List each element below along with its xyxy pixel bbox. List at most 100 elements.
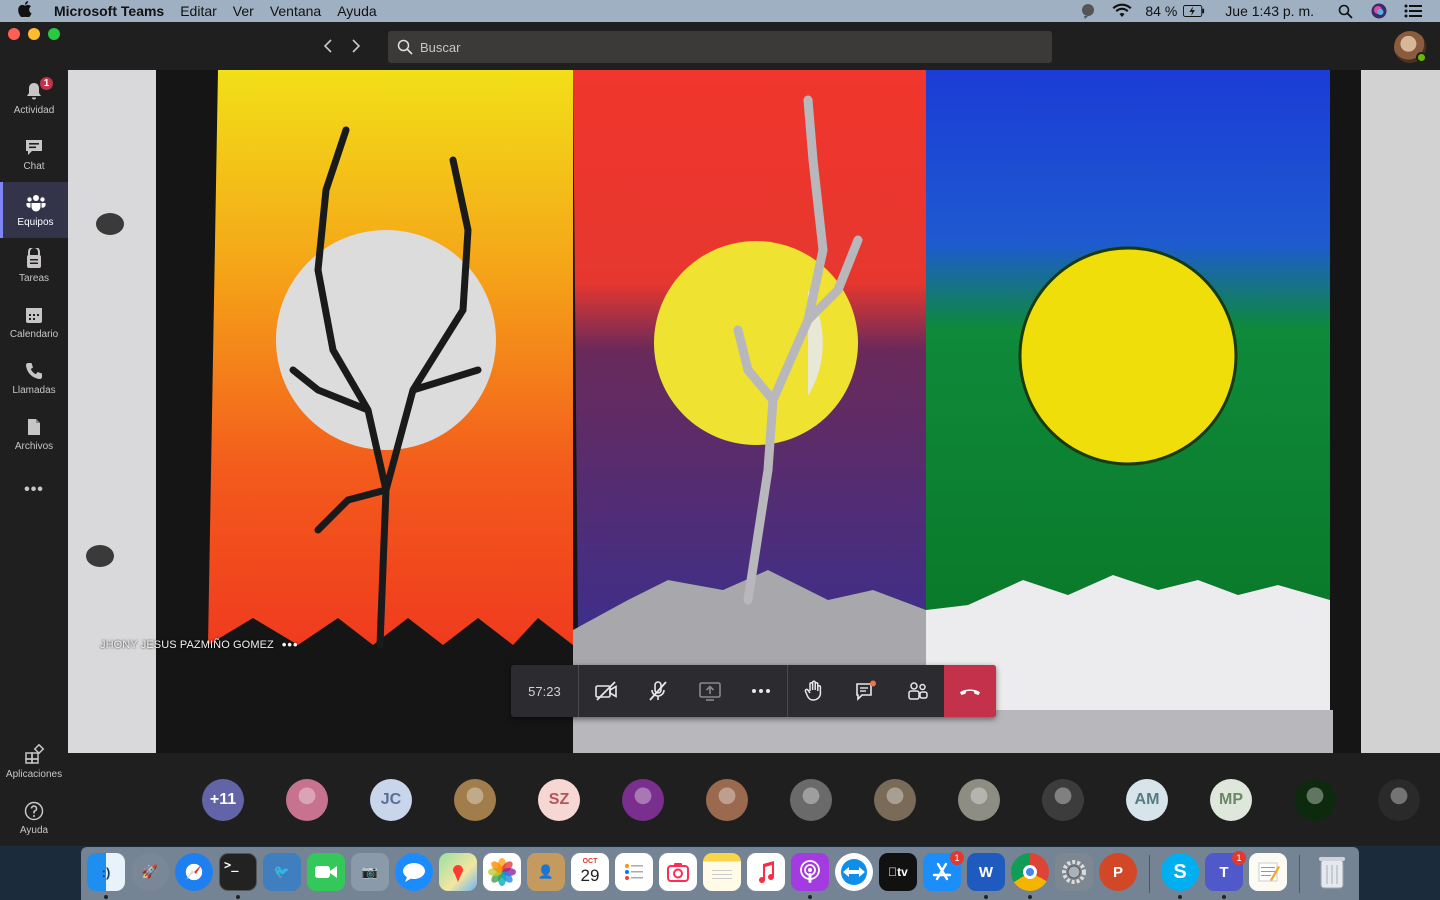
participant-avatar[interactable]: AM bbox=[1126, 779, 1168, 821]
participant-avatar[interactable]: SZ bbox=[538, 779, 580, 821]
spotlight-search-icon[interactable] bbox=[1334, 0, 1356, 22]
rail-item-actividad[interactable]: Actividad 1 bbox=[0, 70, 68, 126]
app-store-badge: 1 bbox=[950, 851, 964, 865]
calendar-app-icon[interactable]: OCT 29 bbox=[571, 853, 609, 891]
search-input[interactable] bbox=[420, 39, 1020, 55]
word-icon[interactable]: W bbox=[967, 853, 1005, 891]
battery-percent: 84 % bbox=[1145, 3, 1178, 19]
menu-ventana[interactable]: Ventana bbox=[270, 3, 321, 19]
participant-avatar[interactable]: JC bbox=[370, 779, 412, 821]
contacts-icon[interactable]: 👤 bbox=[527, 853, 565, 891]
participant-avatar[interactable] bbox=[286, 779, 328, 821]
participant-avatar[interactable] bbox=[1294, 779, 1336, 821]
rail-item-chat[interactable]: Chat bbox=[0, 126, 68, 182]
raise-hand-button[interactable] bbox=[788, 665, 840, 717]
microphone-off-icon bbox=[649, 681, 667, 701]
participant-avatar[interactable] bbox=[1042, 779, 1084, 821]
mute-button[interactable] bbox=[632, 665, 684, 717]
photo-booth-icon[interactable] bbox=[659, 853, 697, 891]
rail-item-equipos[interactable]: Equipos bbox=[0, 182, 68, 238]
system-preferences-icon[interactable] bbox=[1055, 853, 1093, 891]
participant-avatar[interactable] bbox=[454, 779, 496, 821]
facetime-icon[interactable] bbox=[307, 853, 345, 891]
rail-label-ayuda: Ayuda bbox=[19, 825, 49, 836]
music-icon[interactable] bbox=[747, 853, 785, 891]
search-icon bbox=[397, 39, 413, 55]
battery-charging-icon[interactable] bbox=[1183, 0, 1205, 22]
preview-icon[interactable]: 🐦 bbox=[263, 853, 301, 891]
menu-editar[interactable]: Editar bbox=[180, 3, 217, 19]
participant-avatar[interactable] bbox=[706, 779, 748, 821]
podcasts-icon[interactable] bbox=[791, 853, 829, 891]
shared-video-stage[interactable]: JHONY JESUS PAZMIÑO GOMEZ ••• bbox=[68, 70, 1440, 753]
terminal-running-dot bbox=[236, 895, 240, 899]
rail-item-calendario[interactable]: Calendario bbox=[0, 294, 68, 350]
participant-avatar[interactable]: MP bbox=[1210, 779, 1252, 821]
show-participants-button[interactable] bbox=[892, 665, 944, 717]
search-bar[interactable] bbox=[388, 31, 1052, 63]
participant-avatar[interactable] bbox=[1378, 779, 1420, 821]
share-screen-button[interactable] bbox=[684, 665, 736, 717]
menu-clock[interactable]: Jue 1:43 p. m. bbox=[1225, 3, 1314, 19]
finder-icon[interactable]: :) bbox=[87, 853, 125, 891]
minimize-window-button[interactable] bbox=[28, 28, 40, 40]
terminal-icon[interactable]: >_ bbox=[219, 853, 257, 891]
textedit-icon[interactable] bbox=[1249, 853, 1287, 891]
hang-up-button[interactable] bbox=[944, 665, 996, 717]
close-window-button[interactable] bbox=[8, 28, 20, 40]
participant-avatar[interactable] bbox=[622, 779, 664, 821]
apple-menu-icon[interactable] bbox=[18, 1, 38, 21]
photos-icon[interactable] bbox=[483, 853, 521, 891]
finder-running-dot bbox=[104, 895, 108, 899]
show-conversation-button[interactable] bbox=[840, 665, 892, 717]
camera-off-icon bbox=[594, 681, 617, 701]
skype-icon[interactable]: S bbox=[1161, 853, 1199, 891]
maps-icon[interactable] bbox=[439, 853, 477, 891]
menu-ver[interactable]: Ver bbox=[233, 3, 254, 19]
calendar-day: 29 bbox=[580, 866, 600, 885]
participant-avatar[interactable] bbox=[790, 779, 832, 821]
messages-icon[interactable] bbox=[395, 853, 433, 891]
participant-avatar[interactable]: +11 bbox=[202, 779, 244, 821]
safari-icon[interactable] bbox=[175, 853, 213, 891]
powerpoint-icon[interactable]: P bbox=[1099, 853, 1137, 891]
wifi-icon[interactable] bbox=[1111, 0, 1133, 22]
launchpad-icon[interactable]: 🚀 bbox=[131, 853, 169, 891]
rail-label-chat: Chat bbox=[23, 161, 45, 172]
siri-icon[interactable] bbox=[1368, 0, 1390, 22]
title-bar bbox=[0, 22, 1440, 70]
notification-center-icon[interactable] bbox=[1402, 0, 1424, 22]
participant-avatar[interactable] bbox=[958, 779, 1000, 821]
rail-label-actividad: Actividad bbox=[13, 105, 55, 116]
calendar-icon bbox=[26, 308, 42, 323]
notification-status-icon[interactable] bbox=[1077, 0, 1099, 22]
rail-item-tareas[interactable]: Tareas bbox=[0, 238, 68, 294]
reminders-icon[interactable] bbox=[615, 853, 653, 891]
camera-off-button[interactable] bbox=[580, 665, 632, 717]
image-capture-icon[interactable]: 📷 bbox=[351, 853, 389, 891]
teams-icon bbox=[26, 195, 45, 212]
rail-item-llamadas[interactable]: Llamadas bbox=[0, 350, 68, 406]
rail-item-archivos[interactable]: Archivos bbox=[0, 406, 68, 462]
back-button[interactable] bbox=[320, 36, 336, 56]
macos-menu-bar: Microsoft Teams Editar Ver Ventana Ayuda… bbox=[0, 0, 1440, 22]
speaker-more-options-icon[interactable]: ••• bbox=[282, 637, 299, 652]
chat-bubble-icon bbox=[856, 680, 877, 701]
notes-icon[interactable] bbox=[703, 853, 741, 891]
menu-ayuda[interactable]: Ayuda bbox=[337, 3, 376, 19]
rail-item-aplicaciones[interactable]: Aplicaciones bbox=[0, 734, 68, 790]
trash-icon[interactable] bbox=[1313, 853, 1351, 891]
apple-tv-icon[interactable]: tv bbox=[879, 853, 917, 891]
forward-button[interactable] bbox=[348, 36, 364, 56]
rail-more-button[interactable]: ••• bbox=[0, 462, 68, 518]
teams-window: Actividad 1 Chat Equipos Tareas Calendar… bbox=[0, 22, 1440, 846]
rail-label-aplicaciones: Aplicaciones bbox=[5, 769, 63, 780]
participant-avatar[interactable] bbox=[874, 779, 916, 821]
zoom-window-button[interactable] bbox=[48, 28, 60, 40]
more-actions-button[interactable] bbox=[736, 665, 788, 717]
chrome-icon[interactable] bbox=[1011, 853, 1049, 891]
app-menu[interactable]: Microsoft Teams bbox=[54, 3, 164, 19]
teamviewer-icon[interactable] bbox=[835, 853, 873, 891]
rail-item-ayuda[interactable]: Ayuda bbox=[0, 790, 68, 846]
skype-running-dot bbox=[1178, 895, 1182, 899]
